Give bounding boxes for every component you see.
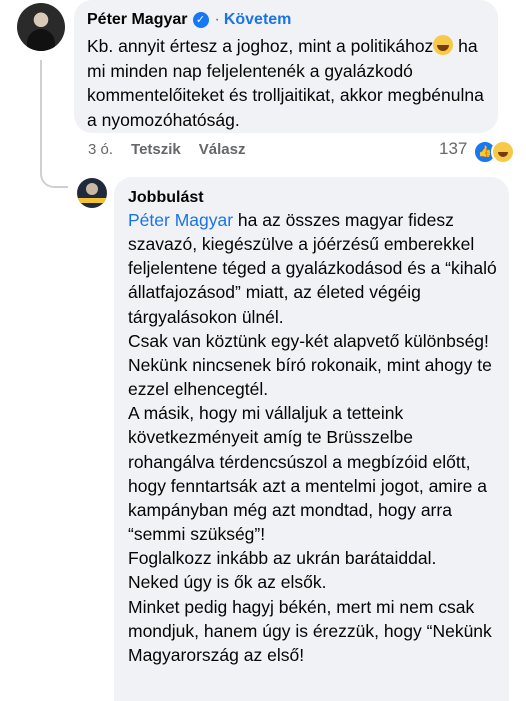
haha-reaction-icon[interactable] (491, 140, 515, 164)
reply-bubble: Jobbulást Péter Magyar ha az összes magy… (114, 177, 509, 701)
like-button[interactable]: Tetszik (131, 141, 181, 158)
follow-status-link[interactable]: Követem (224, 11, 292, 29)
comment-actions: 3 ó. Tetszik Válasz (88, 141, 263, 158)
reply-button[interactable]: Válasz (199, 141, 246, 158)
reply-thread-line (40, 60, 68, 188)
reply-author-name[interactable]: Jobbulást (128, 189, 204, 207)
reply-text: Péter Magyar ha az összes magyar fidesz … (128, 208, 503, 667)
comment-text: Kb. annyit értesz a joghoz, mint a polit… (87, 34, 497, 132)
separator-dot: · (214, 11, 220, 28)
reply-author-avatar[interactable] (77, 178, 107, 208)
comment-header: Péter Magyar ✓ · Követem (87, 11, 291, 29)
reply-body: ha az összes magyar fidesz szavazó, kieg… (128, 210, 497, 665)
comment-text-part1: Kb. annyit értesz a joghoz, mint a polit… (87, 36, 434, 56)
comment-author-name[interactable]: Péter Magyar (87, 11, 188, 29)
comment-timestamp[interactable]: 3 ó. (88, 141, 113, 158)
verified-badge-icon: ✓ (192, 12, 209, 28)
commenter-avatar[interactable] (17, 3, 65, 51)
mention-link[interactable]: Péter Magyar (128, 210, 233, 230)
reaction-count[interactable]: 137 (439, 139, 467, 159)
comment-bubble: Péter Magyar ✓ · Követem Kb. annyit érte… (74, 0, 498, 133)
laughing-emoji-icon (433, 35, 454, 55)
